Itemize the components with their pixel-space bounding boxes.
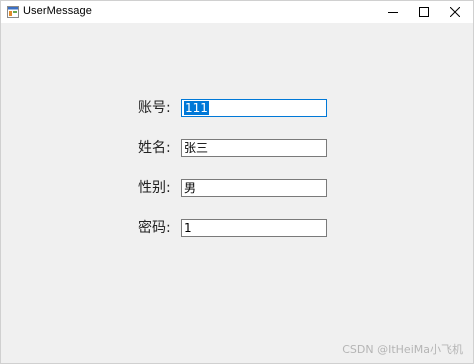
account-label: 账号: bbox=[138, 100, 171, 116]
password-input[interactable]: 1 bbox=[181, 219, 327, 237]
watermark-text: CSDN @ItHeiMa小飞机 bbox=[342, 343, 463, 356]
account-value: 111 bbox=[184, 101, 209, 115]
name-label: 姓名: bbox=[138, 140, 171, 156]
title-bar[interactable]: UserMessage bbox=[1, 1, 473, 23]
close-icon[interactable] bbox=[437, 1, 473, 23]
gender-label: 性别: bbox=[138, 180, 171, 196]
winforms-app-icon bbox=[7, 5, 19, 18]
name-value: 张三 bbox=[184, 141, 209, 155]
account-input[interactable]: 111 bbox=[181, 99, 327, 117]
window-title: UserMessage bbox=[23, 5, 92, 17]
gender-value: 男 bbox=[184, 181, 197, 195]
user-message-window: UserMessage 账号: 111 姓名: 张三 性别: 男 密码: 1 C… bbox=[0, 0, 474, 364]
password-label: 密码: bbox=[138, 220, 171, 236]
password-value: 1 bbox=[184, 221, 192, 235]
name-input[interactable]: 张三 bbox=[181, 139, 327, 157]
gender-input[interactable]: 男 bbox=[181, 179, 327, 197]
